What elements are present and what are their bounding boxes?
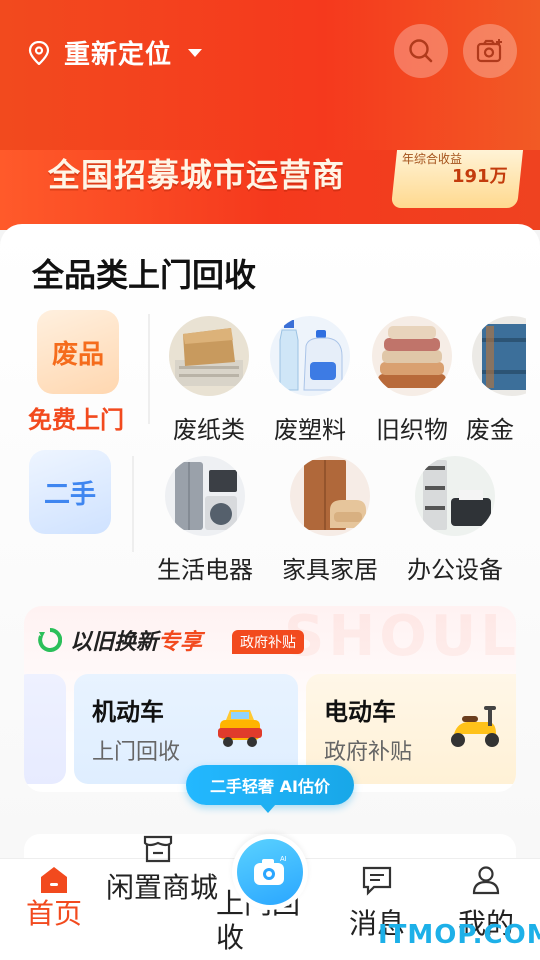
tab-home[interactable]: 首页 [24,863,84,931]
category-plastic[interactable]: 废塑料 [265,316,355,445]
scooter-icon [451,706,499,747]
card-desc: 政府补贴 [324,740,413,765]
chevron-down-icon [188,48,203,57]
divider [148,314,150,424]
search-button[interactable] [394,24,448,78]
card-title: 电动车 [324,698,396,726]
recruit-banner[interactable]: 全国招募城市运营商 年综合收益 191万 [0,150,540,230]
car-icon [218,710,262,747]
ai-camera-button[interactable]: AI [232,834,308,910]
trade-in-watermark: SHOULA [284,606,516,669]
ai-camera-circle: AI [237,839,303,905]
trade-in-title: 以旧换新专享 [70,624,202,656]
card-desc: 上门回收 [92,740,181,765]
category-waste-paper[interactable]: 废纸类 [164,316,254,445]
tab-shop[interactable]: 闲置商城 [106,831,218,905]
category-label: 废纸类 [173,416,245,444]
tab-label: 首页 [25,897,82,930]
location-pin-icon [28,40,50,65]
category-label: 废塑料 [274,416,346,444]
site-watermark: ITMOP.COM [378,920,540,950]
section-title: 全品类上门回收 [32,256,257,294]
waste-tile[interactable]: 废品 [37,310,119,394]
category-label: 办公设备 [407,556,503,584]
camera-icon [476,39,502,63]
plastic-bottle-icon [270,316,350,396]
category-label: 家具家居 [282,556,378,584]
trade-in-title-b: 专享 [158,630,203,655]
category-textile[interactable]: 旧织物 [367,316,457,445]
top-header: 重新定位 [0,0,540,150]
free-pickup-label[interactable]: 免费上门 [28,400,124,435]
ai-camera-icon: AI [254,856,287,885]
ai-valuation-pill[interactable]: 二手轻奢 AI估价 [186,765,354,813]
card-title: 机动车 [92,698,164,726]
category-office[interactable]: 办公设备 [402,456,508,585]
category-furniture[interactable]: 家具家居 [277,456,383,585]
message-icon [362,866,392,896]
relocate-button[interactable]: 重新定位 [28,34,203,71]
banner-text: 全国招募城市运营商 [48,156,346,194]
tab-label: 闲置商城 [106,871,219,904]
profile-icon [472,866,500,895]
furniture-icon [290,456,370,536]
waste-paper-icon [169,316,249,396]
divider [132,456,134,552]
metal-barrel-icon [472,316,526,396]
category-label: 旧织物 [376,416,448,444]
trade-in-card-prev[interactable] [24,674,66,784]
clothes-pile-icon [372,316,452,396]
appliances-icon [165,456,245,536]
gov-subsidy-badge: 政府补贴 [232,630,304,654]
location-label: 重新定位 [64,40,173,70]
category-metal[interactable]: 废金 [466,316,526,445]
trade-in-title-a: 以旧换新 [70,630,159,655]
second-hand-tile[interactable]: 二手 [29,450,111,534]
camera-button[interactable] [463,24,517,78]
recycle-card: 全品类上门回收 废品 免费上门 二手 废纸类 废塑料 旧织物 废金 生活电器 家… [0,224,540,874]
shop-icon [143,835,173,863]
category-appliances[interactable]: 生活电器 [152,456,258,585]
category-label: 生活电器 [157,556,253,584]
income-badge-value: 191万 [452,166,508,187]
recycle-logo-icon [38,628,62,652]
search-icon [409,39,433,63]
svg-text:AI: AI [280,856,287,863]
printer-icon [415,456,495,536]
category-label: 废金 [466,416,514,444]
home-icon [41,867,67,893]
